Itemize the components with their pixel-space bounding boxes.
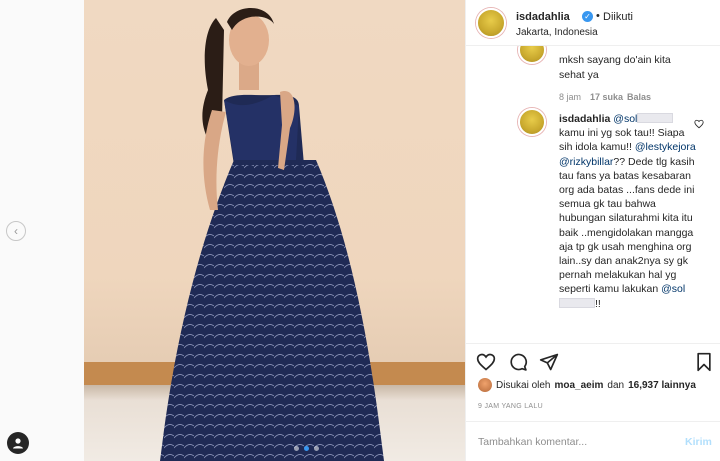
verified-icon: ✓ xyxy=(582,11,593,22)
share-icon xyxy=(539,353,559,371)
redacted-mask xyxy=(637,113,674,123)
comment-likes-count[interactable]: 17 suka xyxy=(590,92,623,102)
woman-in-gown-illustration xyxy=(160,8,384,461)
liker-avatar xyxy=(478,378,492,392)
redacted-mask xyxy=(559,297,595,308)
reply-button[interactable]: Balas xyxy=(627,92,651,102)
carousel-prev-button[interactable]: ‹ xyxy=(6,221,26,241)
save-button[interactable] xyxy=(694,352,714,372)
comment-text: mksh sayang do'ain kita sehat ya xyxy=(559,54,671,81)
comment-mention[interactable]: @sol xyxy=(661,283,685,295)
author-username[interactable]: isdadahlia xyxy=(516,11,570,23)
likes-joiner: dan xyxy=(607,379,625,391)
post-action-bar xyxy=(466,343,720,373)
likes-prefix: Disukai oleh xyxy=(496,379,551,391)
profile-button[interactable] xyxy=(7,432,29,454)
bookmark-icon xyxy=(697,352,711,372)
profile-icon xyxy=(13,438,23,449)
comment-mention[interactable]: @lestykejora xyxy=(635,141,696,153)
likes-summary: Disukai oleh moa_aeim dan 16,937 lainnya xyxy=(478,378,718,392)
likes-count[interactable]: 16,937 lainnya xyxy=(628,380,696,391)
comment-text: isdadahlia @sol kamu ini yg sok tau!! Si… xyxy=(559,112,697,311)
comment-composer: Tambahkan komentar... Kirim xyxy=(466,421,720,461)
comment-username[interactable]: isdadahlia xyxy=(559,113,610,125)
send-comment-button[interactable]: Kirim xyxy=(685,436,712,448)
comment-avatar[interactable] xyxy=(518,108,546,136)
heart-icon xyxy=(476,353,496,371)
comment-mention[interactable]: @rizkybillar xyxy=(559,156,613,168)
carousel-indicator xyxy=(294,446,319,451)
header-separator: • xyxy=(596,10,600,22)
instagram-post-view: ‹ isdadahlia ✓ • Diikuti Jakarta, Indone… xyxy=(0,0,720,461)
comment-body: ?? Dede tlg kasih tau fans ya batas kesa… xyxy=(559,155,695,296)
comment-mention[interactable]: @sol xyxy=(613,113,637,125)
carousel-dot-active xyxy=(304,446,309,451)
heart-icon[interactable] xyxy=(694,119,704,129)
comment-icon xyxy=(510,353,528,371)
post-location[interactable]: Jakarta, Indonesia xyxy=(516,27,598,38)
comments-list[interactable]: mksh sayang do'ain kita sehat ya 8 jam 1… xyxy=(466,46,720,343)
chevron-left-icon: ‹ xyxy=(14,224,18,238)
like-button[interactable] xyxy=(476,352,496,372)
follow-status-button[interactable]: Diikuti xyxy=(603,11,633,23)
comment-end: !! xyxy=(595,297,601,310)
post-side-panel: isdadahlia ✓ • Diikuti Jakarta, Indonesi… xyxy=(465,0,720,461)
comment-button[interactable] xyxy=(508,352,528,372)
post-photo[interactable] xyxy=(84,0,465,461)
share-button[interactable] xyxy=(539,352,559,372)
carousel-dot xyxy=(314,446,319,451)
comment-input[interactable]: Tambahkan komentar... xyxy=(478,436,587,448)
post-header: isdadahlia ✓ • Diikuti Jakarta, Indonesi… xyxy=(466,0,720,46)
comment-age: 8 jam xyxy=(559,92,582,102)
carousel-dot xyxy=(294,446,299,451)
liker-username[interactable]: moa_aeim xyxy=(554,380,603,391)
post-timestamp[interactable]: 9 JAM YANG LALU xyxy=(478,403,543,410)
comment-avatar[interactable] xyxy=(518,46,546,64)
author-avatar[interactable] xyxy=(476,8,506,38)
